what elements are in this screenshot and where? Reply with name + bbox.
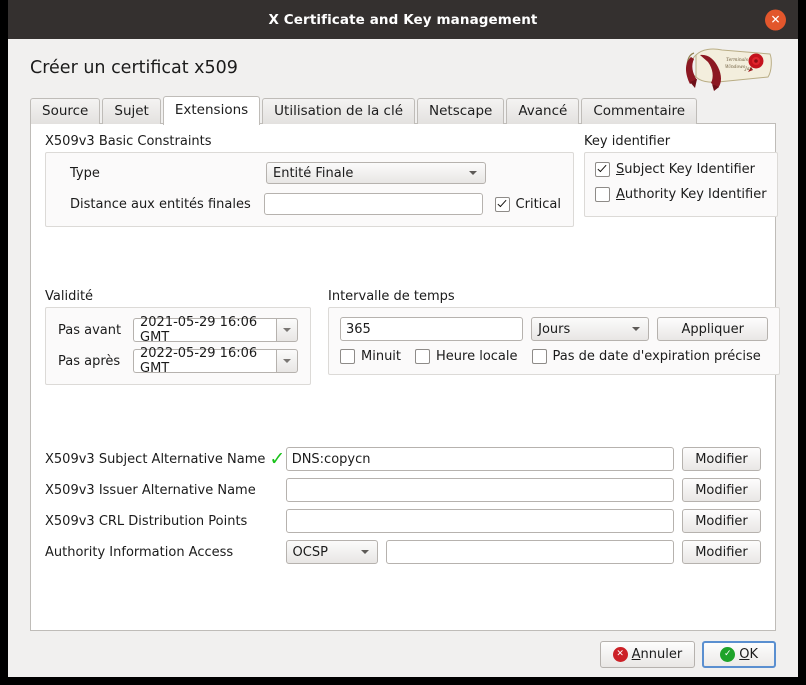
dialog-body: Créer un certificat x509 Terminals Windo…	[8, 39, 798, 677]
middle-section: Validité Pas avant 2021-05-29 16:06 GMT	[45, 289, 780, 385]
midnight-label: Minuit	[361, 349, 402, 364]
tab-extensions[interactable]: Extensions	[162, 96, 261, 125]
title-bar: X Certificate and Key management ✕	[8, 0, 798, 39]
issuer-alternative-name-label-wrap: X509v3 Issuer Alternative Name	[45, 483, 286, 498]
time-range-label: Intervalle de temps	[328, 289, 455, 304]
time-unit-value: Jours	[538, 321, 571, 337]
subject-key-identifier-label: Subject Key Identifier	[616, 162, 756, 177]
ok-button-label: OK	[739, 646, 758, 662]
extensions-rows-section: X509v3 Subject Alternative Name ✓ Modifi…	[45, 447, 761, 564]
midnight-checkbox[interactable]: Minuit	[340, 349, 401, 364]
tab-netscape[interactable]: Netscape	[417, 98, 505, 124]
top-section: X509v3 Basic Constraints Type Entité Fin…	[45, 134, 778, 227]
svg-text:Terminals: Terminals	[726, 58, 749, 63]
subject-alternative-name-label: X509v3 Subject Alternative Name	[45, 451, 266, 467]
local-time-label: Heure locale	[436, 349, 518, 364]
chevron-down-icon	[469, 171, 477, 175]
crl-distribution-points-input[interactable]	[285, 509, 674, 533]
checkbox-box	[340, 349, 355, 364]
tab-key-usage[interactable]: Utilisation de la clé	[262, 98, 416, 124]
time-amount-input[interactable]	[340, 317, 524, 341]
svg-text:Windows: Windows	[725, 65, 746, 70]
issuer-alternative-name-label: X509v3 Issuer Alternative Name	[45, 482, 256, 498]
key-identifier-label: Key identifier	[584, 134, 671, 149]
aia-method-select[interactable]: OCSP	[285, 540, 379, 564]
cancel-button[interactable]: ✕ Annuler	[599, 640, 696, 668]
authority-information-access-label-wrap: Authority Information Access	[45, 545, 286, 560]
tab-advanced[interactable]: Avancé	[506, 98, 580, 124]
tab-bar: Source Sujet Extensions Utilisation de l…	[22, 96, 784, 125]
pathlen-label: Distance aux entités finales	[70, 196, 251, 212]
authority-key-identifier-checkbox[interactable]: Authority Key Identifier	[595, 187, 767, 202]
aia-method-value: OCSP	[292, 544, 328, 560]
local-time-checkbox[interactable]: Heure locale	[415, 349, 518, 364]
calendar-dropdown-icon[interactable]	[276, 318, 298, 342]
critical-label: Critical	[515, 196, 561, 212]
dialog-footer: ✕ Annuler ✓ OK	[22, 631, 784, 677]
checkbox-box	[494, 196, 510, 212]
crl-distribution-points-label-wrap: X509v3 CRL Distribution Points	[45, 514, 286, 529]
authority-information-access-input[interactable]	[386, 540, 674, 564]
critical-checkbox[interactable]: Critical	[494, 196, 561, 212]
checkbox-box	[415, 349, 431, 364]
checkbox-box	[595, 187, 610, 202]
subject-alternative-name-edit-button[interactable]: Modifier	[681, 447, 761, 471]
pathlen-input[interactable]	[264, 193, 483, 215]
cancel-x-icon: ✕	[612, 646, 628, 662]
basic-constraints-type-value: Entité Finale	[273, 165, 354, 181]
crl-distribution-points-edit-button[interactable]: Modifier	[681, 509, 761, 533]
no-expiration-checkbox[interactable]: Pas de date d'expiration précise	[531, 349, 761, 364]
valid-check-icon: ✓	[269, 447, 286, 470]
crl-distribution-points-label: X509v3 CRL Distribution Points	[45, 513, 248, 529]
authority-information-access-edit-button[interactable]: Modifier	[681, 540, 761, 564]
certificate-scroll-logo: Terminals Windows Jan	[678, 41, 778, 93]
not-before-label: Pas avant	[58, 322, 122, 338]
ok-button[interactable]: ✓ OK	[702, 640, 776, 668]
subject-alternative-name-row: X509v3 Subject Alternative Name ✓ Modifi…	[45, 447, 761, 471]
page-title: Créer un certificat x509	[30, 57, 238, 78]
chevron-down-icon	[361, 550, 370, 554]
not-before-datefield[interactable]: 2021-05-29 16:06 GMT	[133, 315, 298, 345]
subject-alternative-name-label-wrap: X509v3 Subject Alternative Name ✓	[45, 447, 286, 470]
not-after-datefield[interactable]: 2022-05-29 16:06 GMT	[133, 346, 298, 376]
key-identifier-group: Key identifier Subject Key Identifier Au…	[584, 134, 778, 227]
time-unit-select[interactable]: Jours	[531, 317, 650, 341]
calendar-dropdown-icon[interactable]	[276, 349, 298, 373]
tab-source[interactable]: Source	[30, 98, 101, 124]
authority-key-identifier-label: Authority Key Identifier	[616, 187, 767, 202]
time-range-group: Intervalle de temps Jours Appliquer	[328, 289, 780, 385]
issuer-alternative-name-row: X509v3 Issuer Alternative Name Modifier	[45, 478, 761, 502]
validity-label: Validité	[45, 289, 94, 304]
authority-information-access-row: Authority Information Access OCSP Modifi…	[45, 540, 761, 564]
svg-text:Jan: Jan	[744, 67, 752, 72]
heading-row: Créer un certificat x509 Terminals Windo…	[22, 39, 784, 96]
basic-constraints-group: X509v3 Basic Constraints Type Entité Fin…	[45, 134, 574, 227]
apply-button[interactable]: Appliquer	[657, 317, 768, 341]
no-expiration-label: Pas de date d'expiration précise	[552, 349, 761, 364]
validity-group: Validité Pas avant 2021-05-29 16:06 GMT	[45, 289, 311, 385]
authority-information-access-label: Authority Information Access	[45, 544, 234, 560]
type-label: Type	[70, 165, 100, 181]
tab-comment[interactable]: Commentaire	[581, 98, 698, 124]
not-before-value: 2021-05-29 16:06 GMT	[133, 315, 276, 345]
subject-alternative-name-input[interactable]	[285, 447, 674, 471]
tab-sujet[interactable]: Sujet	[102, 98, 161, 124]
window-title: X Certificate and Key management	[268, 11, 538, 28]
cancel-button-label: Annuler	[631, 646, 683, 662]
subject-key-identifier-checkbox[interactable]: Subject Key Identifier	[595, 162, 755, 177]
issuer-alternative-name-input[interactable]	[285, 478, 674, 502]
crl-distribution-points-row: X509v3 CRL Distribution Points Modifier	[45, 509, 761, 533]
close-icon[interactable]: ✕	[765, 9, 786, 30]
extensions-panel: X509v3 Basic Constraints Type Entité Fin…	[30, 123, 780, 631]
checkbox-box	[595, 162, 610, 177]
not-after-value: 2022-05-29 16:06 GMT	[133, 346, 276, 376]
chevron-down-icon	[632, 327, 641, 331]
dialog-window: X Certificate and Key management ✕ Créer…	[8, 0, 798, 677]
checkbox-box	[531, 349, 547, 364]
basic-constraints-label: X509v3 Basic Constraints	[45, 134, 212, 149]
not-after-label: Pas après	[58, 353, 121, 369]
issuer-alternative-name-edit-button[interactable]: Modifier	[681, 478, 761, 502]
ok-check-icon: ✓	[720, 646, 736, 662]
basic-constraints-type-select[interactable]: Entité Finale	[266, 162, 486, 184]
